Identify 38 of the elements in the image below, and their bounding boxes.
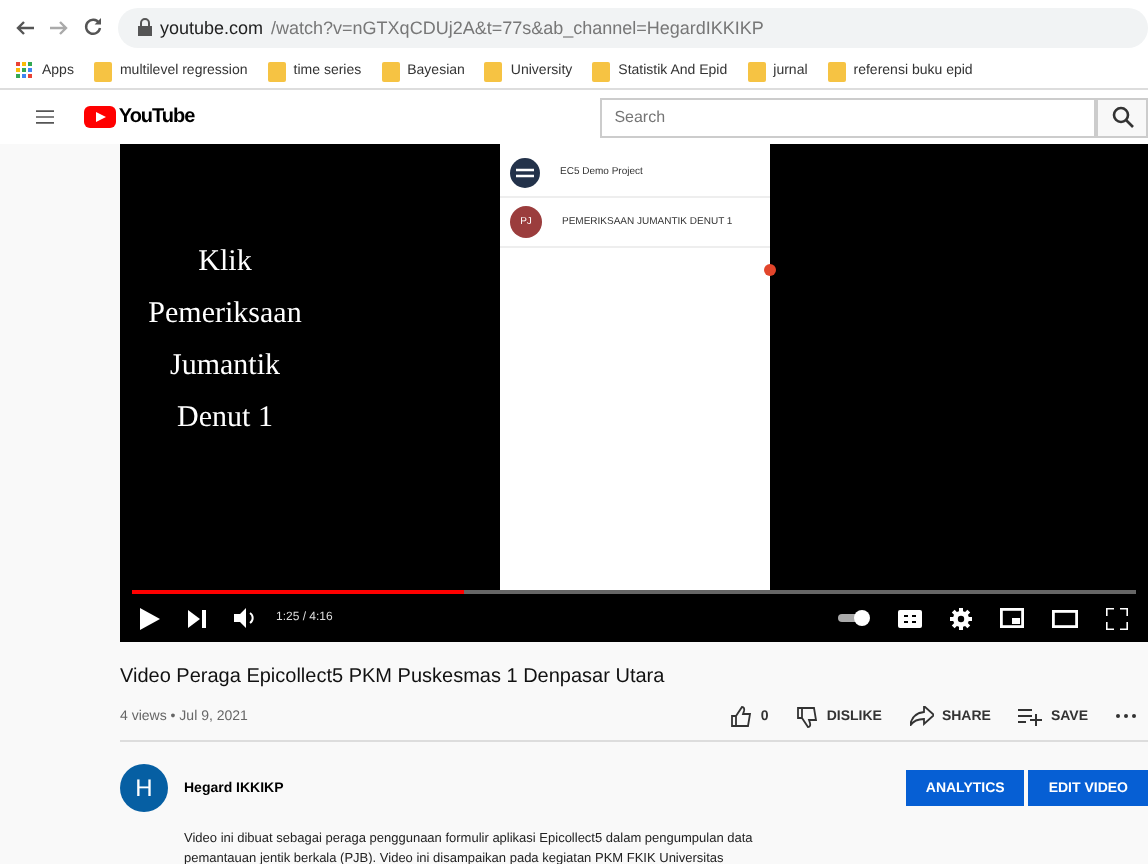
youtube-logo[interactable]: YouTube — [84, 106, 195, 128]
address-bar[interactable]: youtube.com /watch?v=nGTXqCDUj2A&t=77s&ab_channel=HegardIKKIKP — [118, 7, 1148, 47]
menu-icon[interactable] — [36, 108, 55, 126]
theater-icon[interactable] — [1052, 609, 1078, 627]
autoplay-toggle-icon[interactable] — [838, 610, 870, 626]
miniplayer-icon[interactable] — [1000, 608, 1024, 628]
search-button[interactable] — [1096, 97, 1148, 137]
slide-text: Jumantik — [170, 348, 280, 386]
back-icon[interactable] — [16, 19, 34, 35]
settings-icon[interactable] — [950, 607, 972, 629]
next-icon[interactable] — [188, 609, 206, 627]
channel-avatar[interactable]: H — [120, 764, 168, 812]
folder-icon — [747, 61, 766, 81]
fullscreen-icon[interactable] — [1106, 607, 1128, 629]
volume-icon[interactable] — [234, 608, 256, 628]
video-title: Video Peraga Epicollect5 PKM Puskesmas 1 Denpasar Utara — [120, 666, 667, 688]
folder-icon — [484, 61, 503, 81]
folder-icon — [827, 61, 846, 81]
captions-icon[interactable] — [898, 609, 922, 627]
thumbs-down-icon — [796, 705, 819, 727]
lock-icon — [138, 18, 152, 36]
search-field[interactable]: Search — [600, 97, 1097, 137]
thumbs-up-icon — [730, 705, 753, 727]
folder-icon — [592, 61, 611, 81]
folder-icon — [93, 61, 112, 81]
project-logo-icon — [510, 157, 540, 187]
apps-icon — [16, 62, 34, 80]
folder-icon — [267, 61, 286, 81]
notification-dot — [764, 264, 776, 276]
slide-text: Denut 1 — [177, 400, 273, 438]
slide-text: Pemeriksaan — [148, 296, 302, 334]
playlist-add-icon — [1018, 707, 1043, 725]
slide-text: Klik — [198, 244, 252, 282]
reload-icon[interactable] — [84, 18, 102, 36]
share-icon — [909, 706, 934, 726]
search-icon — [1111, 106, 1134, 128]
folder-icon — [381, 61, 400, 81]
play-icon[interactable] — [140, 607, 160, 629]
